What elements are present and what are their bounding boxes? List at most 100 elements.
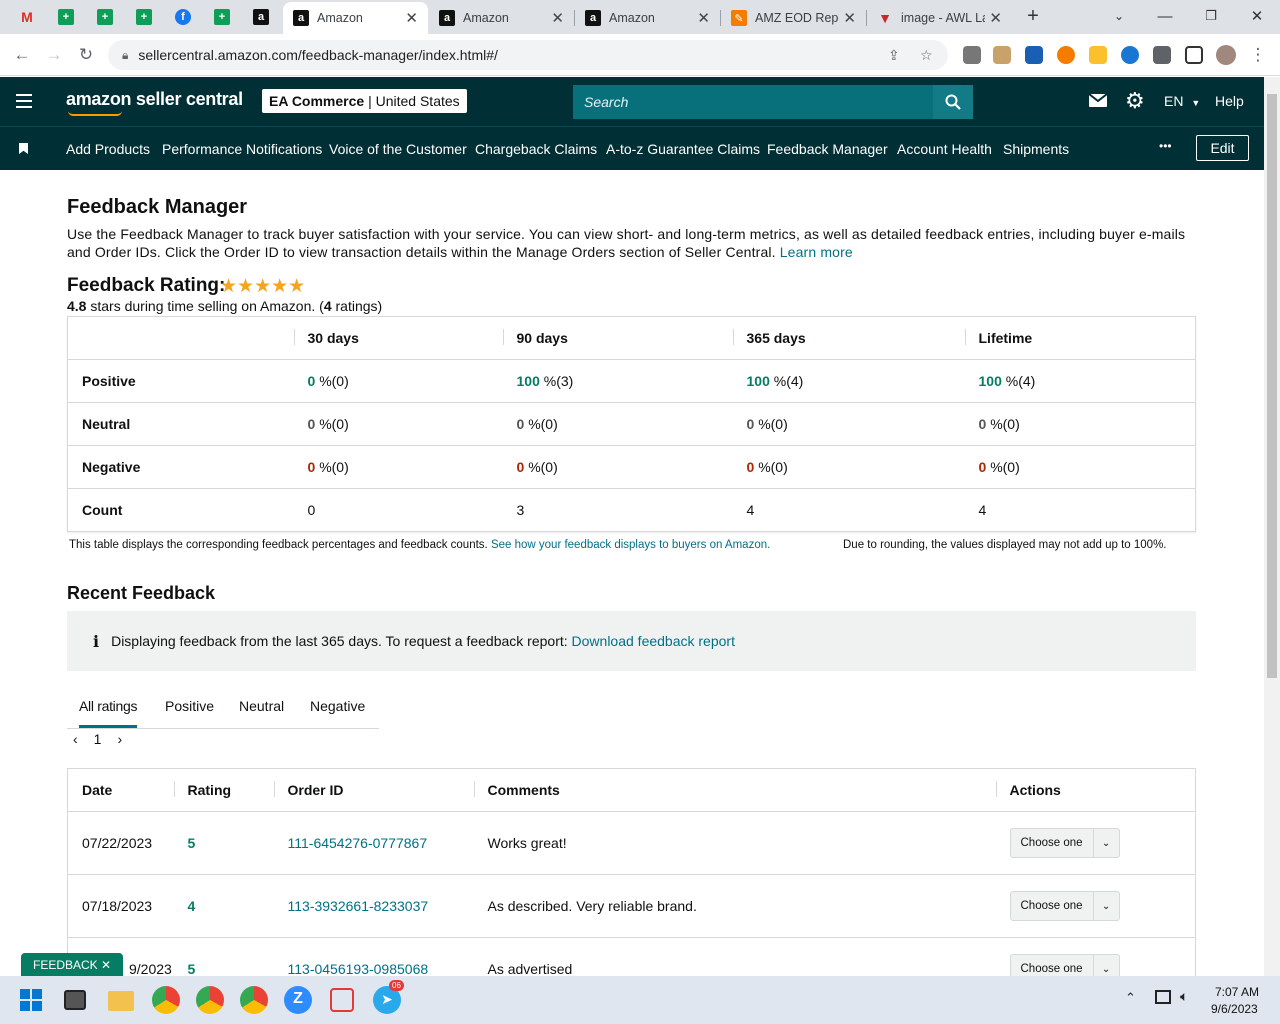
chrome-icon[interactable]	[240, 986, 268, 1014]
chrome-icon[interactable]	[196, 986, 224, 1014]
avatar[interactable]	[1216, 45, 1236, 65]
scrollbar-thumb[interactable]	[1267, 94, 1277, 678]
close-window-button[interactable]: ✕	[1243, 4, 1271, 28]
tab-neutral[interactable]: Neutral	[239, 698, 284, 714]
order-id-link[interactable]: 111-6454276-0777867	[273, 811, 474, 875]
rating-count: 4	[323, 298, 332, 314]
tab-amazon[interactable]: a Amazon ✕	[429, 2, 574, 34]
summary-row-count: Count 0 3 4 4	[68, 489, 1196, 532]
feedback-display-link[interactable]: See how your feedback displays to buyers…	[491, 539, 770, 551]
new-tab-button[interactable]: +	[1019, 4, 1047, 28]
close-icon[interactable]: ✕	[697, 9, 710, 27]
nav-shipments[interactable]: Shipments	[1003, 141, 1069, 157]
minimize-button[interactable]: —	[1151, 4, 1179, 28]
action-dropdown[interactable]: Choose one ⌄	[1009, 828, 1120, 858]
extension-icon[interactable]	[1057, 46, 1075, 64]
page-number[interactable]: 1	[94, 731, 102, 747]
more-icon[interactable]: •••	[1159, 139, 1172, 153]
chevron-left-icon[interactable]: ‹	[73, 731, 78, 747]
tab-amz-eod[interactable]: ✎ AMZ EOD Repo ✕	[721, 2, 866, 34]
edit-nav-button[interactable]: Edit	[1196, 135, 1249, 161]
tab-amazon[interactable]: a Amazon ✕	[575, 2, 720, 34]
extension-off-icon[interactable]	[963, 46, 981, 64]
store-divider: |	[368, 93, 376, 109]
action-dropdown[interactable]: Choose one ⌄	[1009, 954, 1120, 976]
windows-start-icon[interactable]	[20, 989, 42, 1011]
nav-voice-of-the-customer[interactable]: Voice of the Customer	[329, 141, 467, 157]
store-selector[interactable]: EA Commerce | United States	[262, 89, 467, 113]
order-id-link[interactable]: 113-0456193-0985068	[273, 937, 474, 976]
seller-central-header: amazon seller central EA Commerce | Unit…	[0, 77, 1264, 126]
count-cell: 4	[978, 502, 987, 518]
sheets-tab[interactable]: +	[209, 5, 235, 29]
forward-button[interactable]: →	[42, 43, 66, 67]
nav-account-health[interactable]: Account Health	[897, 141, 992, 157]
extension-icon[interactable]	[1121, 46, 1139, 64]
seller-central-logo[interactable]: amazon seller central	[66, 89, 243, 110]
clock-time[interactable]: 7:07 AM	[1215, 985, 1259, 999]
nav-performance-notifications[interactable]: Performance Notifications	[162, 141, 322, 157]
search-input[interactable]: Search	[573, 85, 933, 119]
recent-feedback-title: Recent Feedback	[67, 583, 216, 603]
close-icon[interactable]: ✕	[551, 9, 564, 27]
chevron-right-icon[interactable]: ›	[117, 731, 122, 747]
feedback-table: Date Rating Order ID Comments Actions 07…	[67, 768, 1196, 976]
summary-cell: 100 %(3)	[502, 359, 733, 403]
amazon-pinned-tab[interactable]: a	[248, 5, 274, 29]
file-explorer-icon[interactable]	[108, 991, 134, 1011]
table-row: 07/18/2023 4 113-3932661-8233037 As desc…	[67, 874, 1196, 938]
sheets-tab[interactable]: +	[92, 5, 118, 29]
task-view-icon[interactable]	[64, 990, 86, 1010]
chevron-up-icon[interactable]: ⌃	[1125, 990, 1136, 1006]
zoom-icon[interactable]: Z	[284, 986, 312, 1014]
tab-positive[interactable]: Positive	[165, 698, 214, 714]
sidepanel-icon[interactable]	[1185, 46, 1203, 64]
url-bar[interactable]: 🔒︎ sellercentral.amazon.com/feedback-man…	[108, 40, 948, 70]
puzzle-icon[interactable]	[1153, 46, 1171, 64]
nav-chargeback-claims[interactable]: Chargeback Claims	[475, 141, 597, 157]
language-selector[interactable]: EN ▼	[1164, 93, 1200, 109]
bookmark-star-icon[interactable]: ☆	[920, 47, 933, 64]
extension-icon[interactable]	[993, 46, 1011, 64]
action-dropdown[interactable]: Choose one ⌄	[1009, 891, 1120, 921]
kebab-menu-icon[interactable]: ⋮	[1246, 43, 1270, 67]
extension-icon[interactable]	[1089, 46, 1107, 64]
close-icon[interactable]: ✕	[405, 9, 418, 27]
nav-a-to-z-claims[interactable]: A-to-z Guarantee Claims	[606, 141, 760, 157]
facebook-tab[interactable]: f	[170, 5, 196, 29]
network-icon[interactable]	[1155, 990, 1171, 1004]
tab-search-button[interactable]: ⌄	[1105, 4, 1133, 28]
sheets-tab[interactable]: +	[53, 5, 79, 29]
mail-icon[interactable]	[1088, 93, 1108, 107]
close-icon[interactable]: ✕	[989, 9, 1002, 27]
gmail-tab[interactable]: M	[14, 5, 40, 29]
search-button[interactable]	[933, 85, 973, 119]
reload-button[interactable]: ↻	[74, 43, 98, 67]
tab-title: Amazon	[317, 11, 363, 25]
nav-add-products[interactable]: Add Products	[66, 141, 150, 157]
tab-negative[interactable]: Negative	[310, 698, 365, 714]
settings-gear-icon[interactable]: ⚙	[1125, 88, 1145, 114]
close-icon[interactable]: ✕	[843, 9, 856, 27]
hamburger-icon[interactable]	[16, 94, 32, 108]
chrome-icon[interactable]	[152, 986, 180, 1014]
feedback-widget-button[interactable]: FEEDBACK ✕	[21, 953, 124, 977]
table-row: 9/2023 5 113-0456193-0985068 As advertis…	[67, 937, 1196, 976]
restore-button[interactable]: ❐	[1197, 4, 1225, 28]
order-id-link[interactable]: 113-3932661-8233037	[273, 874, 474, 938]
tab-image[interactable]: ▼ image - AWL La ✕	[867, 2, 1012, 34]
tab-all-ratings[interactable]: All ratings	[79, 698, 137, 728]
snipping-tool-icon[interactable]	[330, 988, 354, 1012]
nav-feedback-manager[interactable]: Feedback Manager	[767, 141, 888, 157]
clock-date[interactable]: 9/6/2023	[1211, 1002, 1258, 1016]
download-report-link[interactable]: Download feedback report	[572, 633, 735, 649]
back-button[interactable]: ←	[10, 43, 34, 67]
tab-amazon-active[interactable]: a Amazon ✕	[283, 2, 428, 34]
bookmark-icon[interactable]	[19, 143, 28, 154]
share-icon[interactable]: ⇪	[888, 47, 900, 64]
help-link[interactable]: Help	[1215, 93, 1244, 109]
sheets-tab[interactable]: +	[131, 5, 157, 29]
extension-icon[interactable]	[1025, 46, 1043, 64]
volume-icon[interactable]: 🔈︎	[1180, 988, 1188, 1005]
learn-more-link[interactable]: Learn more	[780, 244, 853, 260]
